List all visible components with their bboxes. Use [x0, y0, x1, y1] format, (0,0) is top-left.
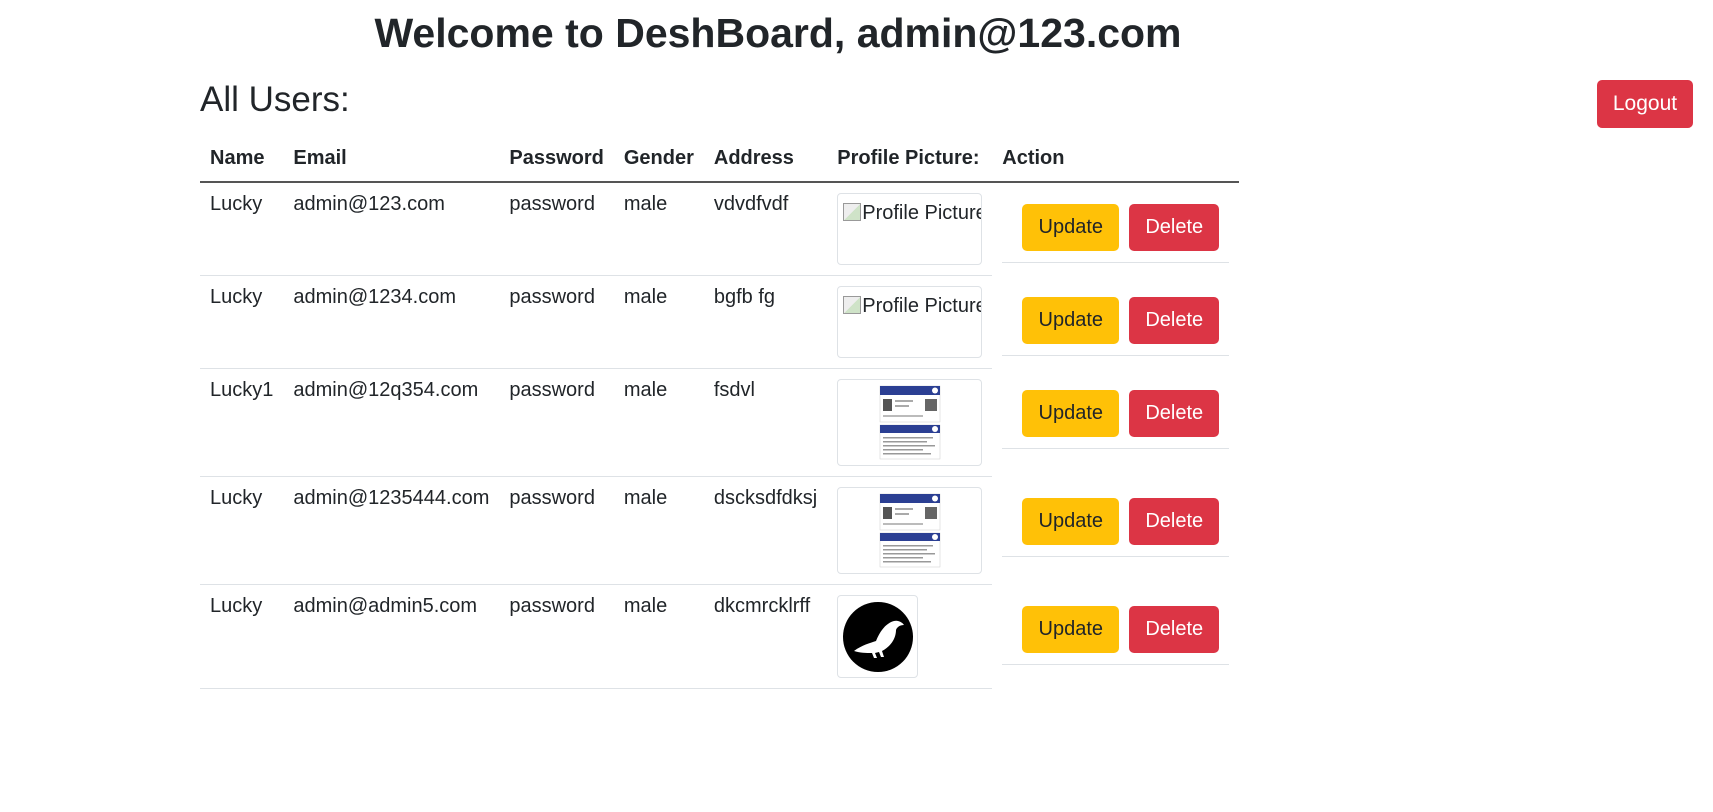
update-button[interactable]: Update — [1022, 605, 1120, 653]
column-header-name: Name — [200, 140, 284, 183]
delete-button[interactable]: Delete — [1129, 204, 1220, 251]
cell-gender: male — [613, 182, 704, 276]
cell-address: dscksdfdksj — [703, 476, 828, 585]
column-header-password: Password — [499, 140, 614, 183]
cell-address: dkcmrcklrff — [703, 584, 828, 689]
logout-button[interactable]: Logout — [1597, 80, 1693, 128]
column-header-action: Action — [992, 140, 1240, 183]
image-alt-text: Profile Picture — [862, 295, 983, 317]
cell-action: Update Delete — [992, 276, 1239, 369]
cell-profile-picture: Profile Picture — [827, 275, 993, 369]
cell-address: bgfb fg — [703, 275, 828, 369]
column-header-address: Address — [703, 140, 828, 183]
cell-profile-picture — [827, 368, 993, 477]
broken-image-icon — [843, 296, 862, 314]
cell-name: Lucky — [200, 275, 284, 369]
broken-image-placeholder: Profile Picture — [837, 286, 983, 358]
cell-email: admin@123.com — [283, 182, 500, 276]
id-card-graphic — [879, 385, 940, 459]
cell-action: Update Delete — [992, 477, 1239, 585]
update-button[interactable]: Update — [1022, 497, 1120, 545]
cell-profile-picture — [827, 476, 993, 585]
delete-button[interactable]: Delete — [1129, 296, 1220, 344]
cell-name: Lucky1 — [200, 368, 284, 477]
broken-image-icon — [843, 203, 862, 221]
cell-name: Lucky — [200, 476, 284, 585]
id-card-graphic — [879, 493, 940, 567]
bird-icon — [842, 601, 913, 672]
cell-email: admin@admin5.com — [283, 584, 500, 689]
cell-password: password — [499, 368, 614, 477]
cell-action: Update Delete — [992, 182, 1239, 276]
cell-action: Update Delete — [992, 585, 1239, 689]
cell-password: password — [499, 275, 614, 369]
cell-password: password — [499, 182, 614, 276]
cell-address: fsdvl — [703, 368, 828, 477]
cell-password: password — [499, 584, 614, 689]
id-card-image — [837, 379, 983, 466]
cell-gender: male — [613, 584, 704, 689]
table-row: Lucky admin@admin5.com password male dkc… — [200, 584, 1239, 689]
cell-name: Lucky — [200, 584, 284, 689]
section-title: All Users: — [200, 80, 350, 119]
delete-button[interactable]: Delete — [1129, 605, 1220, 653]
column-header-gender: Gender — [613, 140, 704, 183]
table-header-row: Name Email Password Gender Address Profi… — [200, 140, 1240, 183]
id-card-image — [837, 487, 983, 574]
broken-image-placeholder: Profile Picture — [837, 193, 983, 265]
update-button[interactable]: Update — [1022, 296, 1120, 344]
cell-profile-picture — [827, 584, 993, 689]
bird-logo-image — [837, 595, 919, 678]
cell-profile-picture: Profile Picture — [827, 182, 993, 276]
cell-gender: male — [613, 275, 704, 369]
table-row: Lucky admin@123.com password male vdvdfv… — [200, 182, 1239, 276]
delete-button[interactable]: Delete — [1129, 389, 1220, 437]
cell-name: Lucky — [200, 182, 284, 276]
users-table: Name Email Password Gender Address Profi… — [200, 140, 1240, 689]
delete-button[interactable]: Delete — [1129, 497, 1220, 545]
column-header-email: Email — [283, 140, 500, 183]
cell-gender: male — [613, 368, 704, 477]
table-row: Lucky admin@1235444.com password male ds… — [200, 476, 1239, 585]
image-alt-text: Profile Picture — [862, 202, 983, 224]
table-row: Lucky admin@1234.com password male bgfb … — [200, 275, 1239, 369]
update-button[interactable]: Update — [1022, 389, 1120, 437]
cell-gender: male — [613, 476, 704, 585]
page-title: Welcome to DeshBoard, admin@123.com — [374, 10, 1182, 56]
cell-email: admin@1234.com — [283, 275, 500, 369]
column-header-profile-picture: Profile Picture: — [827, 140, 993, 183]
cell-email: admin@12q354.com — [283, 368, 500, 477]
cell-action: Update Delete — [992, 369, 1239, 477]
update-button[interactable]: Update — [1022, 204, 1120, 251]
table-row: Lucky1 admin@12q354.com password male fs… — [200, 368, 1239, 477]
cell-password: password — [499, 476, 614, 585]
cell-address: vdvdfvdf — [703, 182, 828, 276]
cell-email: admin@1235444.com — [283, 476, 500, 585]
